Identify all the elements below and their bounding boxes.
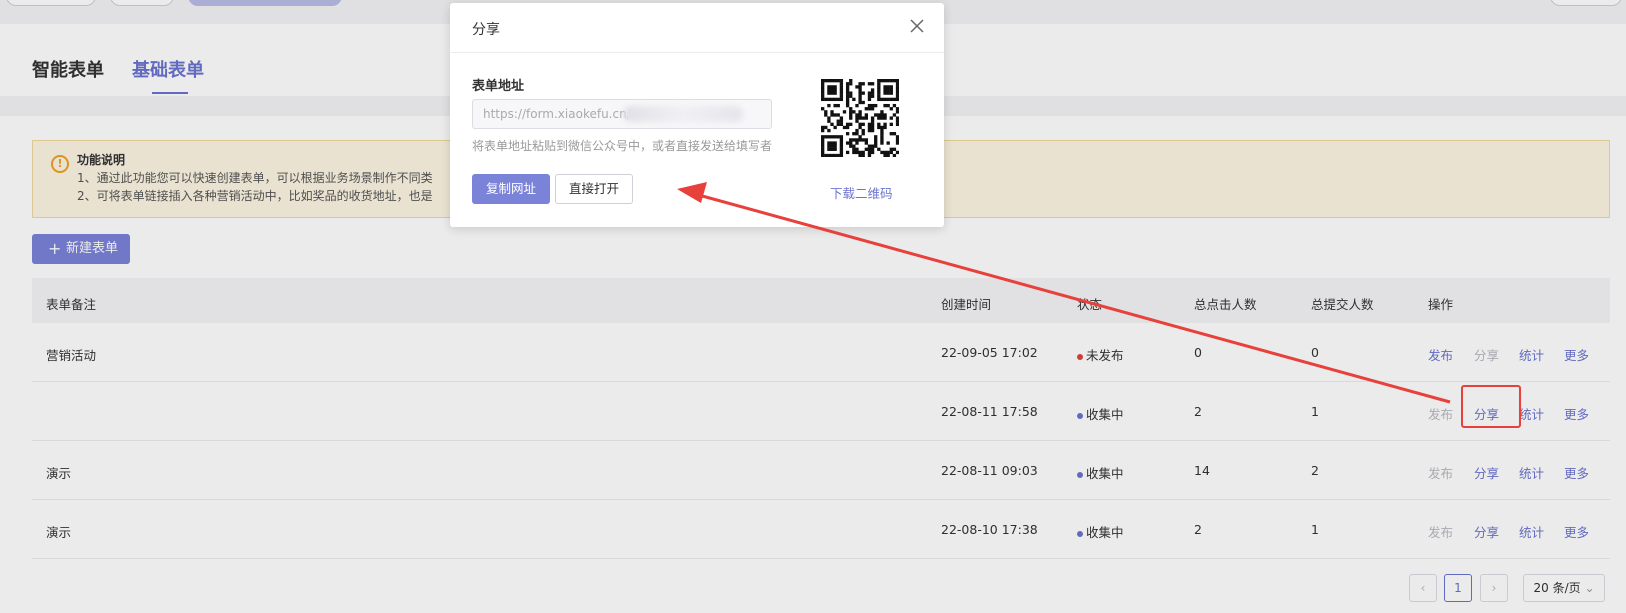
annotation-arrow xyxy=(677,182,1451,404)
